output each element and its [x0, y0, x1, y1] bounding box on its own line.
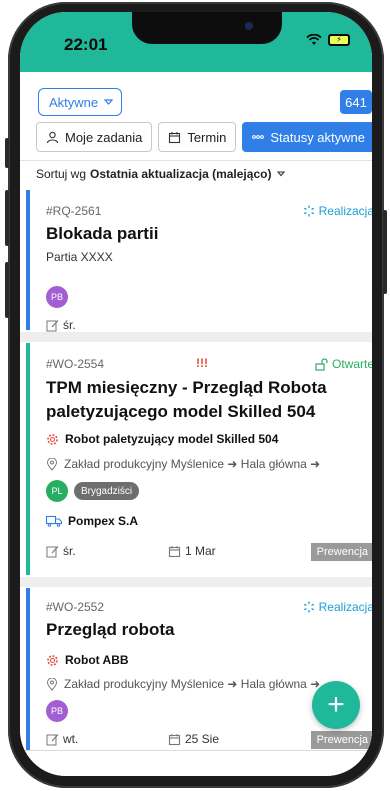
- card-location: Zakład produkcyjny Myślenice ➜ Hala głów…: [46, 457, 320, 471]
- card-id: #WO-2554: [46, 357, 105, 371]
- status-bar: 22:01 ⚡: [20, 12, 372, 72]
- edit-icon: [46, 319, 59, 331]
- status-time: 22:01: [64, 35, 108, 54]
- card-due-date-label: 1 Mar: [185, 544, 216, 558]
- gear-icon: [47, 654, 58, 666]
- dropdown-label: Aktywne: [49, 94, 99, 110]
- card-accent-bar: [26, 588, 30, 750]
- type-tag: Prewencja: [310, 731, 372, 749]
- card-day: wt.: [46, 732, 78, 746]
- filter-deadline-label: Termin: [187, 129, 227, 145]
- power-button: [383, 210, 387, 294]
- calendar-icon: [168, 733, 181, 745]
- card-accent-bar: [26, 190, 30, 330]
- status-icons: ⚡: [306, 34, 350, 46]
- card-location-label: Zakład produkcyjny Myślenice ➜ Hala głów…: [64, 677, 321, 691]
- chevron-down-icon: [277, 171, 286, 177]
- card-title: Przegląd robota: [46, 620, 175, 639]
- sort-value: Ostatnia aktualizacja (malejąco): [90, 167, 272, 181]
- card-location: Zakład produkcyjny Myślenice ➜ Hala głów…: [46, 677, 320, 691]
- card-separator: [20, 577, 372, 587]
- spinner-icon: [303, 205, 314, 217]
- sort-selector[interactable]: Sortuj wg Ostatnia aktualizacja (malejąc…: [36, 167, 287, 181]
- edit-icon: [46, 733, 59, 745]
- card-subtitle: Partia XXXX: [46, 250, 113, 264]
- card-asset: Robot paletyzujący model Skilled 504: [46, 432, 278, 446]
- sort-prefix: Sortuj wg: [36, 167, 87, 181]
- type-tag: Prewencja: [310, 543, 372, 561]
- card-status: Otwarte: [315, 357, 372, 371]
- card-status-label: Realizacja: [318, 600, 372, 614]
- camera-icon: [245, 22, 253, 30]
- card-accent-bar: [26, 343, 30, 575]
- dots-icon: [252, 135, 265, 139]
- filter-my-tasks-label: Moje zadania: [65, 129, 143, 145]
- gear-icon: [47, 433, 58, 445]
- card-due-date: 1 Mar: [168, 544, 216, 558]
- spinner-icon: [303, 601, 314, 613]
- card-title: TPM miesięczny - Przegląd Robota paletyz…: [46, 378, 327, 421]
- edit-icon: [46, 545, 59, 557]
- filter-chips: Moje zadania Termin Statusy aktywne: [36, 122, 372, 152]
- card-asset: Robot ABB: [46, 653, 129, 667]
- screen: 22:01 ⚡ Aktywne 641 Moje zadania Termin …: [20, 12, 372, 776]
- filter-active-statuses[interactable]: Statusy aktywne: [242, 122, 372, 152]
- status-filter-dropdown[interactable]: Aktywne: [38, 88, 122, 116]
- card-separator: [20, 332, 372, 342]
- card-status: Realizacja: [303, 204, 372, 218]
- battery-icon: ⚡: [328, 34, 350, 46]
- filter-deadline[interactable]: Termin: [158, 122, 237, 152]
- card-location-label: Zakład produkcyjny Myślenice ➜ Hala głów…: [64, 457, 321, 471]
- notch: [132, 12, 282, 44]
- unlock-icon: [315, 357, 328, 371]
- card-day-label: wt.: [63, 732, 79, 746]
- card-asset-label: Robot ABB: [65, 653, 129, 667]
- avatar: PL: [46, 480, 68, 502]
- card-id: #WO-2552: [46, 600, 105, 614]
- location-pin-icon: [46, 457, 58, 471]
- header-divider: [20, 160, 372, 161]
- card-day: śr.: [46, 544, 76, 558]
- filter-my-tasks[interactable]: Moje zadania: [36, 122, 153, 152]
- work-card-wo-2554[interactable]: #WO-2554 !!! Otwarte TPM miesięczny - Pr…: [26, 343, 372, 575]
- calendar-icon: [169, 131, 181, 143]
- card-vendor-label: Pompex S.A: [68, 514, 139, 528]
- volume-up-button: [5, 190, 9, 246]
- work-card-wo-2552[interactable]: #WO-2552 Realizacja Przegląd robota Robo…: [26, 588, 372, 750]
- card-due-date: 25 Sie: [168, 732, 219, 746]
- card-id: #RQ-2561: [46, 204, 102, 218]
- mute-switch: [5, 138, 9, 168]
- truck-icon: [46, 515, 62, 527]
- count-badge: 641: [340, 90, 372, 114]
- card-day: śr.: [46, 318, 76, 332]
- avatar: PB: [46, 286, 68, 308]
- add-button[interactable]: +: [312, 681, 360, 729]
- list-bottom-edge: [20, 750, 372, 751]
- card-asset-label: Robot paletyzujący model Skilled 504: [65, 432, 279, 446]
- card-day-label: śr.: [63, 318, 76, 332]
- team-tag: Brygadziści: [74, 482, 140, 500]
- main-content: Aktywne 641 Moje zadania Termin Statusy …: [20, 72, 372, 776]
- volume-down-button: [5, 262, 9, 318]
- wifi-icon: [306, 34, 322, 45]
- person-icon: [46, 131, 59, 143]
- calendar-icon: [168, 545, 181, 557]
- priority-indicator: !!!: [196, 356, 208, 370]
- avatar: PB: [46, 700, 68, 722]
- card-status-label: Otwarte: [331, 357, 372, 371]
- card-due-date-label: 25 Sie: [185, 732, 220, 746]
- card-status: Realizacja: [303, 600, 372, 614]
- card-status-label: Realizacja: [318, 204, 372, 218]
- location-pin-icon: [46, 677, 58, 691]
- card-title: Blokada partii: [46, 224, 159, 243]
- card-day-label: śr.: [63, 544, 76, 558]
- filter-active-statuses-label: Statusy aktywne: [270, 129, 365, 145]
- card-vendor: Pompex S.A: [46, 514, 138, 528]
- work-card-rq-2561[interactable]: #RQ-2561 Realizacja Blokada partii Parti…: [26, 190, 372, 332]
- chevron-down-icon: [104, 99, 114, 105]
